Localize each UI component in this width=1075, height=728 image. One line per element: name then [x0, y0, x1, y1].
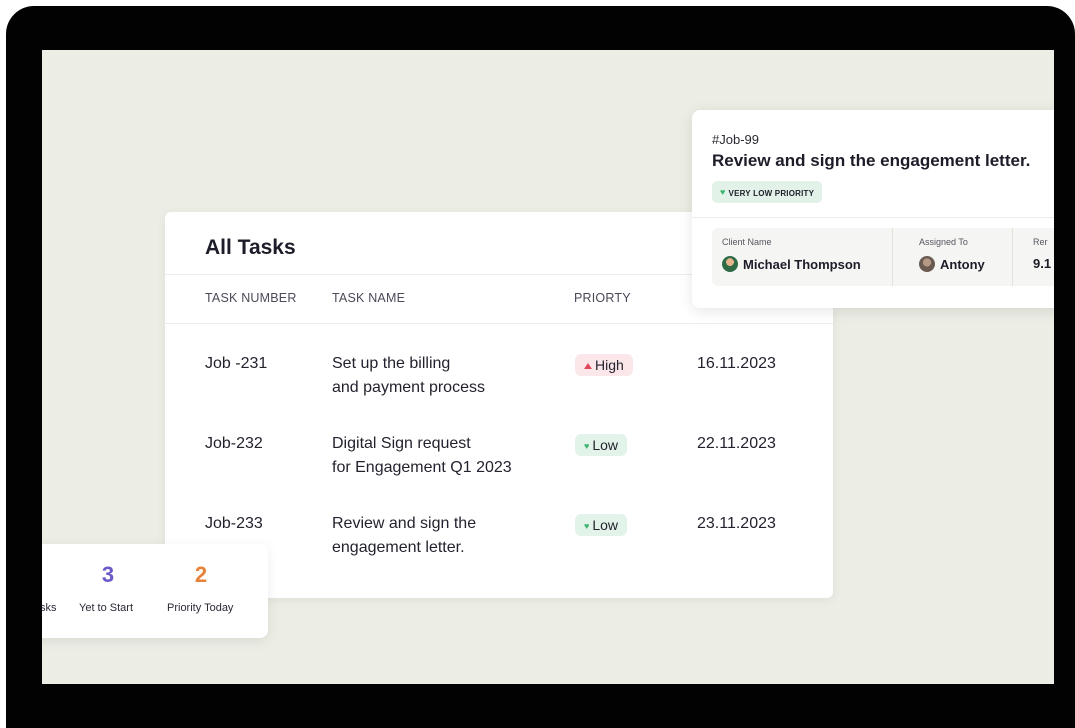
- device-frame: All Tasks TASK NUMBER TASK NAME PRIORTY …: [6, 6, 1075, 728]
- heart-icon: ♥: [720, 187, 726, 197]
- task-name-line1: Digital Sign request: [332, 435, 471, 452]
- priority-badge: ♥ Low: [575, 514, 628, 536]
- task-name-line2: for Engagement Q1 2023: [332, 459, 512, 476]
- stat-value-priority-today[interactable]: 2: [161, 562, 241, 588]
- heart-icon: ♥: [584, 441, 590, 451]
- task-number: Job -231: [205, 355, 268, 372]
- divider: [692, 217, 1054, 218]
- client-label: Client Name: [722, 237, 772, 247]
- heart-icon: ♥: [584, 521, 590, 531]
- priority-label: Low: [592, 437, 619, 453]
- task-name[interactable]: Review and sign the engagement letter.: [332, 512, 562, 560]
- due-date: 23.11.2023: [697, 515, 776, 532]
- triangle-up-icon: [584, 363, 592, 369]
- due-date: 16.11.2023: [697, 355, 776, 372]
- assigned-value[interactable]: Antony: [919, 256, 985, 272]
- task-name-line2: and payment process: [332, 379, 485, 396]
- table-row[interactable]: Job-232 Digital Sign request for Engagem…: [165, 432, 833, 512]
- extra-label: Rer: [1033, 237, 1048, 247]
- avatar: [722, 256, 738, 272]
- job-title: Review and sign the engagement letter.: [712, 151, 1031, 170]
- stats-card: sks 3 Yet to Start 2 Priority Today: [42, 544, 268, 638]
- assignee-name: Antony: [940, 257, 985, 272]
- job-detail-card[interactable]: #Job-99 Review and sign the engagement l…: [692, 110, 1054, 308]
- job-number: #Job-99: [712, 132, 759, 147]
- assignee-field: Assigned To Antony: [892, 228, 1013, 286]
- column-header-task-number[interactable]: TASK NUMBER: [205, 291, 297, 305]
- extra-field: Rer 9.1: [1012, 228, 1054, 286]
- column-header-task-name[interactable]: TASK NAME: [332, 291, 405, 305]
- client-name: Michael Thompson: [743, 257, 861, 272]
- task-number: Job-233: [205, 515, 263, 532]
- task-name-line1: Set up the billing: [332, 355, 451, 372]
- stat-label-tasks: sks: [42, 602, 57, 614]
- priority-label: High: [595, 357, 624, 373]
- task-name[interactable]: Digital Sign request for Engagement Q1 2…: [332, 432, 562, 480]
- priority-badge: ♥ Low: [575, 434, 628, 456]
- task-name-line2: engagement letter.: [332, 539, 465, 556]
- client-field: Client Name Michael Thompson: [712, 228, 892, 286]
- task-name[interactable]: Set up the billing and payment process: [332, 352, 562, 400]
- client-value[interactable]: Michael Thompson: [722, 256, 861, 272]
- assigned-label: Assigned To: [919, 237, 968, 247]
- column-header-priority[interactable]: PRIORTY: [574, 291, 631, 305]
- stat-value-yet-to-start[interactable]: 3: [68, 562, 148, 588]
- task-name-line1: Review and sign the: [332, 515, 477, 532]
- avatar: [919, 256, 935, 272]
- due-date: 22.11.2023: [697, 435, 776, 452]
- job-info-panel: Client Name Michael Thompson Assigned To…: [712, 228, 1054, 286]
- page-title: All Tasks: [205, 236, 296, 259]
- stat-label-priority-today: Priority Today: [167, 602, 234, 614]
- priority-label: VERY LOW PRIORITY: [728, 189, 815, 198]
- priority-badge: ♥ VERY LOW PRIORITY: [712, 181, 823, 203]
- priority-badge: High: [575, 354, 633, 376]
- extra-value: 9.1: [1033, 256, 1052, 271]
- task-number: Job-232: [205, 435, 263, 452]
- app-screen: All Tasks TASK NUMBER TASK NAME PRIORTY …: [42, 50, 1054, 684]
- table-row[interactable]: Job -231 Set up the billing and payment …: [165, 352, 833, 432]
- priority-label: Low: [592, 517, 619, 533]
- stat-label-yet-to-start: Yet to Start: [79, 602, 134, 614]
